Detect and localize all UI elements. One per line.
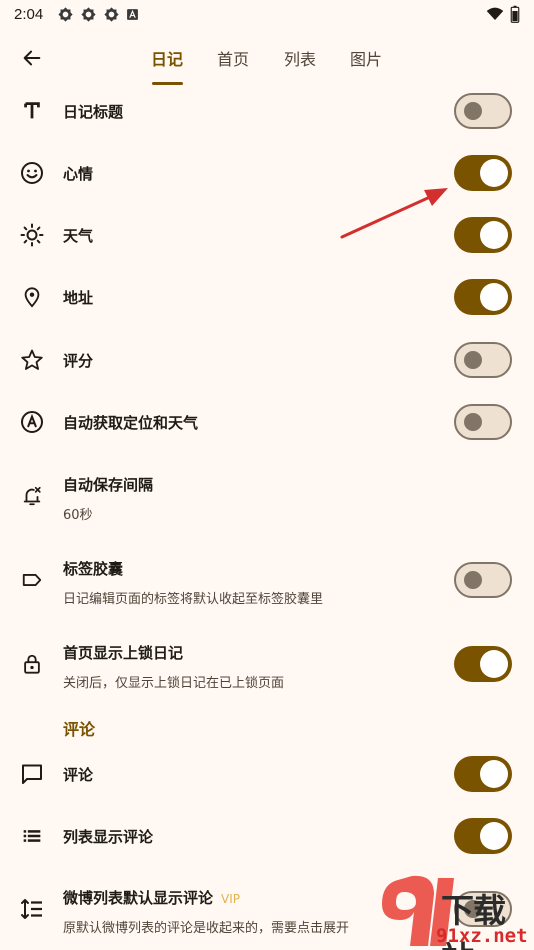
status-right [486,5,520,23]
toggle-comments[interactable] [454,756,512,792]
setting-text: 微博列表默认显示评论 VIP 原默认微博列表的评论是收起来的，需要点击展开 [63,887,349,936]
setting-text: 评论 [63,764,93,785]
tab-images[interactable]: 图片 [343,30,389,86]
toggle-auto-location[interactable] [454,404,512,440]
toggle-thumb [480,650,508,678]
toggle-weather[interactable] [454,217,512,253]
list-icon [18,822,46,850]
toggle-show-locked[interactable] [454,646,512,682]
status-bar: 2:04 [0,0,534,28]
setting-text: 地址 [63,287,93,308]
comment-icon [18,760,46,788]
setting-subtitle: 60秒 [63,508,93,523]
toggle-thumb [480,283,508,311]
annotation-arrow-icon [340,188,448,239]
toggle-thumb [464,413,482,431]
tab-list[interactable]: 列表 [277,30,323,86]
toggle-rating[interactable] [454,342,512,378]
setting-row-list-comments[interactable]: 列表显示评论 [0,817,534,855]
tab-diary[interactable]: 日记 [144,30,190,86]
watermark-domain: 91xz.net [436,925,528,947]
toggle-address[interactable] [454,279,512,315]
setting-title: 评论 [63,765,94,784]
setting-title: 心情 [63,164,94,183]
setting-title: 列表显示评论 [63,827,154,846]
setting-text: 天气 [63,225,93,246]
setting-text: 日记标题 [63,101,123,122]
setting-row-autosave[interactable]: 自动保存间隔 60秒 [0,474,534,523]
setting-title: 标签胶囊 [63,560,124,578]
auto-a-icon [18,408,46,436]
toggle-thumb [464,351,482,369]
setting-subtitle: 原默认微博列表的评论是收起来的，需要点击展开 [63,921,350,936]
smiley-icon [18,159,46,187]
setting-title-text: 微博列表默认显示评论 [63,889,214,907]
toggle-list-comments[interactable] [454,818,512,854]
setting-subtitle: 关闭后，仅显示上锁日记在已上锁页面 [63,676,285,691]
star-icon [18,346,46,374]
setting-title: 地址 [63,288,94,307]
location-pin-icon [18,283,46,311]
gear-icon [104,6,119,22]
label-icon [18,566,46,594]
toggle-thumb [480,159,508,187]
setting-subtitle: 日记编辑页面的标签将默认收起至标签胶囊里 [63,592,324,607]
tab-indicator [152,82,183,85]
line-spacing-icon [18,895,46,923]
setting-title: 微博列表默认显示评论 VIP [63,887,349,908]
tab-home[interactable]: 首页 [210,30,256,86]
toggle-thumb [464,102,482,120]
text-icon [18,97,46,125]
battery-icon [510,5,520,23]
toggle-mood[interactable] [454,155,512,191]
gear-icon [81,6,96,22]
setting-row-show-locked[interactable]: 首页显示上锁日记 关闭后，仅显示上锁日记在已上锁页面 [0,642,534,691]
setting-row-tag-capsule[interactable]: 标签胶囊 日记编辑页面的标签将默认收起至标签胶囊里 [0,558,534,607]
setting-text: 自动保存间隔 60秒 [63,474,153,523]
gear-icon [58,6,73,22]
setting-row-auto-location[interactable]: 自动获取定位和天气 [0,403,534,441]
top-app-bar: 日记 首页 列表 图片 [0,30,534,86]
toggle-thumb [464,571,482,589]
alarm-icon [18,482,46,510]
setting-text: 心情 [63,163,93,184]
lock-icon [18,650,46,678]
setting-text: 列表显示评论 [63,826,153,847]
setting-title: 评分 [63,351,94,370]
notification-icons [57,6,139,23]
setting-text: 自动获取定位和天气 [63,412,198,433]
section-header-comments: 评论 [63,720,96,739]
setting-row-diary-title[interactable]: 日记标题 [0,92,534,130]
wifi-icon [486,7,504,20]
tab-bar: 日记 首页 列表 图片 [0,30,534,86]
setting-row-address[interactable]: 地址 [0,278,534,316]
setting-text: 评分 [63,350,93,371]
toggle-thumb [480,221,508,249]
setting-row-rating[interactable]: 评分 [0,341,534,379]
status-time: 2:04 [14,5,44,23]
setting-title: 日记标题 [63,102,124,121]
setting-title: 自动获取定位和天气 [63,413,199,432]
sun-icon [18,221,46,249]
setting-row-comments[interactable]: 评论 [0,755,534,793]
setting-title: 自动保存间隔 [63,476,154,494]
setting-title: 首页显示上锁日记 [63,644,184,662]
setting-title: 天气 [63,226,94,245]
toggle-diary-title[interactable] [454,93,512,129]
a-badge-icon [127,8,139,20]
toggle-tag-capsule[interactable] [454,562,512,598]
setting-text: 标签胶囊 日记编辑页面的标签将默认收起至标签胶囊里 [63,558,323,607]
setting-text: 首页显示上锁日记 关闭后，仅显示上锁日记在已上锁页面 [63,642,284,691]
vip-badge: VIP [221,892,240,906]
toggle-thumb [480,760,508,788]
toggle-thumb [480,822,508,850]
